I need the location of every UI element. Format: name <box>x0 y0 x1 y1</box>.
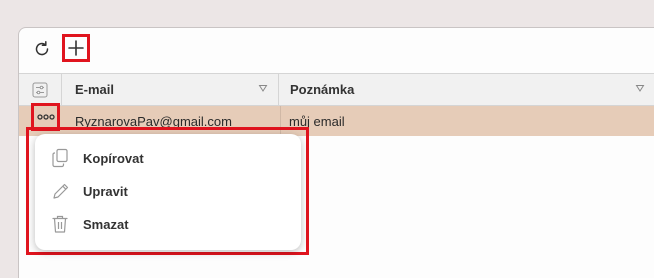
menu-item-delete-label: Smazat <box>83 216 129 232</box>
trash-icon <box>52 215 68 233</box>
refresh-button[interactable] <box>31 38 53 60</box>
table-header: E-mail Poznámka <box>19 73 654 106</box>
menu-item-delete[interactable]: Smazat <box>35 208 301 240</box>
add-button[interactable] <box>62 34 90 62</box>
menu-item-copy-label: Kopírovat <box>83 150 144 166</box>
more-dots-icon <box>36 114 55 120</box>
refresh-icon <box>35 41 49 56</box>
column-header-email-label: E-mail <box>75 82 115 97</box>
column-header-email[interactable]: E-mail <box>61 74 279 105</box>
menu-item-copy[interactable]: Kopírovat <box>35 142 301 174</box>
filter-triangle-icon[interactable] <box>258 83 268 93</box>
column-settings-button[interactable] <box>19 74 62 105</box>
column-header-note-label: Poznámka <box>290 82 355 97</box>
plus-icon <box>68 40 84 56</box>
copy-icon <box>52 148 68 168</box>
column-header-note[interactable]: Poznámka <box>280 74 654 105</box>
row-context-menu: Kopírovat Upravit Smazat <box>35 134 301 250</box>
filter-triangle-icon[interactable] <box>635 83 645 93</box>
menu-item-edit[interactable]: Upravit <box>35 175 301 207</box>
pencil-icon <box>53 183 69 199</box>
menu-item-edit-label: Upravit <box>83 183 128 199</box>
column-settings-icon <box>32 82 48 97</box>
